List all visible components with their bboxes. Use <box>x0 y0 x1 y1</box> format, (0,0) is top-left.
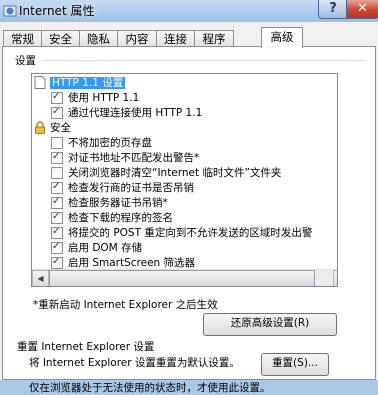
list-item-checkbox[interactable]: 使用 HTTP 1.1 <box>32 90 337 105</box>
list-item-checkbox[interactable]: 检查下载的程序的签名 <box>32 210 337 225</box>
checkbox[interactable] <box>51 137 63 149</box>
list-item-checkbox[interactable]: 检查发行商的证书是否吊销 <box>32 180 337 195</box>
list-item-label: 检查服务器证书吊销* <box>68 197 168 209</box>
list-item-checkbox[interactable]: 不将加密的页存盘 <box>32 136 337 150</box>
checkbox[interactable] <box>51 150 63 164</box>
reset-description: 将 Internet Explorer 设置重置为默认设置。 <box>29 357 240 369</box>
list-item-label: 使用 HTTP 1.1 <box>68 92 140 104</box>
lock-icon <box>35 121 45 134</box>
tab-content[interactable]: 内容 <box>117 30 157 47</box>
checkbox[interactable] <box>51 180 63 194</box>
checkbox[interactable] <box>51 195 63 209</box>
help-button[interactable]: ? <box>318 0 348 19</box>
tab-strip: 常规 安全 隐私 内容 连接 程序 高级 <box>0 25 378 48</box>
list-item-label: 不将加密的页存盘 <box>68 137 152 149</box>
tab-programs[interactable]: 程序 <box>194 30 234 47</box>
tab-security[interactable]: 安全 <box>41 30 80 47</box>
settings-heading: 设置 <box>15 55 36 67</box>
list-item-label: 检查发行商的证书是否吊销 <box>68 182 194 194</box>
tab-connections[interactable]: 连接 <box>156 30 195 47</box>
horizontal-scrollbar[interactable]: ◀ ▶ <box>32 269 337 286</box>
list-item-label: 检查下载的程序的签名 <box>68 212 173 224</box>
title-bar: Internet 属性 ? ✕ <box>0 0 378 22</box>
list-item-checkbox[interactable]: 对证书地址不匹配发出警告* <box>32 150 337 165</box>
reset-note: 仅在浏览器处于无法使用的状态时，才使用此设置。 <box>29 382 271 394</box>
list-item-checkbox[interactable]: 关闭浏览器时清空“Internet 临时文件”文件夹 <box>32 166 337 180</box>
list-item-security-category[interactable]: 安全 <box>32 121 337 135</box>
window-title: Internet 属性 <box>19 4 95 18</box>
close-button[interactable]: ✕ <box>346 0 378 19</box>
list-item-label: 对证书地址不匹配发出警告* <box>68 152 200 164</box>
checkbox[interactable] <box>51 226 63 239</box>
page-icon <box>34 76 46 89</box>
tab-advanced[interactable]: 高级 <box>261 27 303 48</box>
list-item-checkbox[interactable]: 检查服务器证书吊销* <box>32 195 337 210</box>
checkbox[interactable] <box>51 167 63 179</box>
restart-note: *重新启动 Internet Explorer 之后生效 <box>33 299 218 311</box>
internet-properties-dialog: 常规 安全 隐私 内容 连接 程序 高级 设置 HTTP 1.1 设置 使用 H… <box>0 22 378 394</box>
list-item-label: HTTP 1.1 设置 <box>50 77 126 89</box>
list-item-checkbox[interactable]: 将提交的 POST 重定向到不允许发送的区域时发出警 <box>32 226 337 240</box>
checkbox[interactable] <box>51 210 63 224</box>
list-item-http11-category[interactable]: HTTP 1.1 设置 <box>32 76 337 90</box>
list-item-checkbox[interactable]: 启用 DOM 存储 <box>32 240 337 255</box>
checkbox[interactable] <box>51 240 63 254</box>
advanced-panel: 设置 HTTP 1.1 设置 使用 HTTP 1.1 通过代理连接使用 HTTP… <box>2 46 376 394</box>
settings-divider <box>43 60 365 61</box>
checkbox[interactable] <box>51 90 63 104</box>
list-item-checkbox[interactable]: 启用 SmartScreen 筛选器 <box>32 255 337 270</box>
list-item-label: 通过代理连接使用 HTTP 1.1 <box>68 107 203 119</box>
checkbox[interactable] <box>51 255 63 269</box>
scroll-thumb-horizontal[interactable] <box>49 270 315 286</box>
list-item-label: 将提交的 POST 重定向到不允许发送的区域时发出警 <box>68 227 313 239</box>
list-item-label: 启用 DOM 存储 <box>68 242 143 254</box>
reset-heading: 重置 Internet Explorer 设置 <box>17 341 155 353</box>
tab-privacy[interactable]: 隐私 <box>79 30 118 47</box>
checkbox[interactable] <box>51 105 63 119</box>
list-item-label: 启用 SmartScreen 筛选器 <box>68 257 196 269</box>
reset-button[interactable]: 重置(S)... <box>261 353 329 376</box>
internet-options-icon <box>3 5 17 17</box>
settings-list[interactable]: HTTP 1.1 设置 使用 HTTP 1.1 通过代理连接使用 HTTP 1.… <box>31 73 338 287</box>
scroll-right-arrow-icon[interactable]: ▶ <box>333 270 337 286</box>
list-item-checkbox[interactable]: 通过代理连接使用 HTTP 1.1 <box>32 105 337 120</box>
list-item-label: 安全 <box>50 122 71 134</box>
restore-advanced-settings-button[interactable]: 还原高级设置(R) <box>203 313 337 336</box>
tab-general[interactable]: 常规 <box>3 30 42 47</box>
list-item-label: 关闭浏览器时清空“Internet 临时文件”文件夹 <box>68 167 282 179</box>
scroll-left-arrow-icon[interactable]: ◀ <box>32 270 49 286</box>
